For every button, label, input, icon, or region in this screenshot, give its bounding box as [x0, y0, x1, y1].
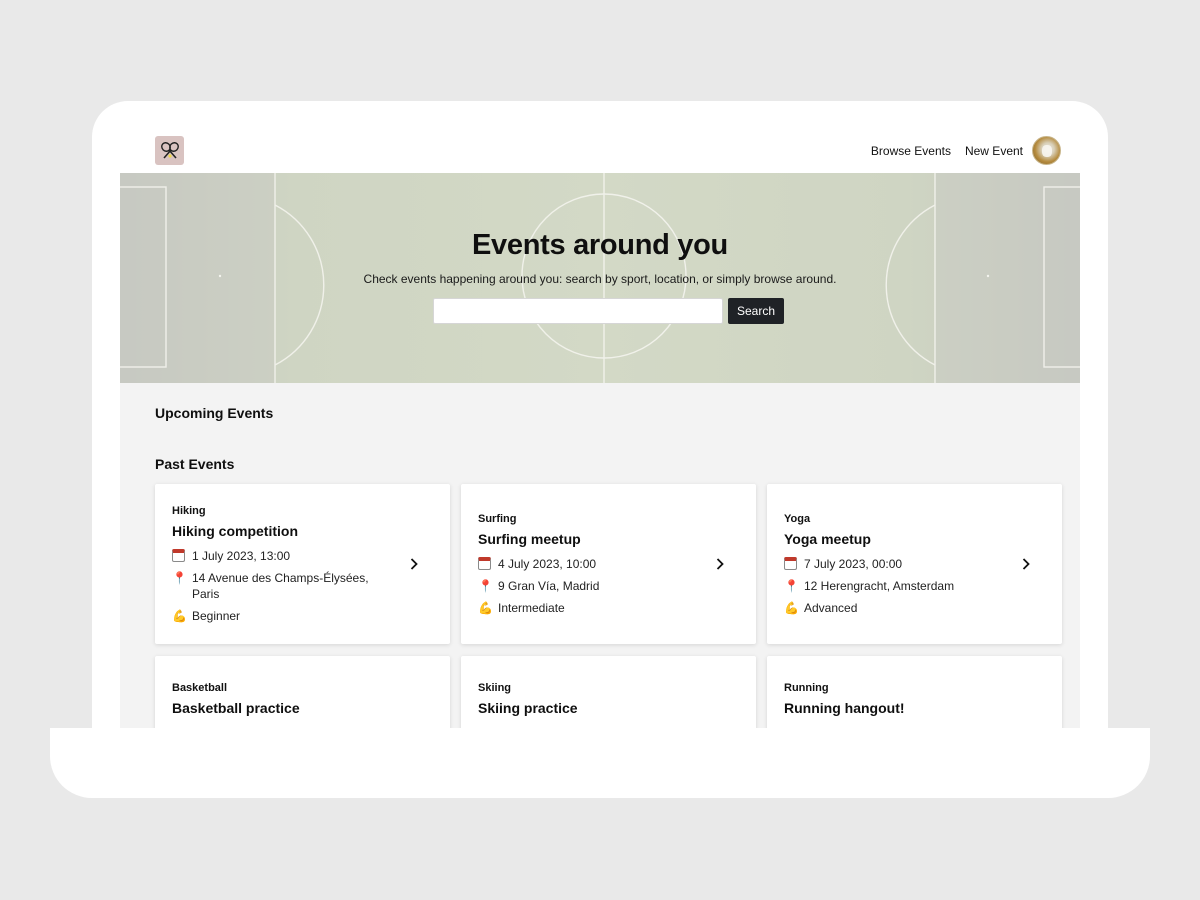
page-title: Events around you	[472, 229, 728, 261]
event-location: 14 Avenue des Champs-Élysées, Paris	[192, 570, 369, 601]
crossed-tennis-rackets-icon[interactable]	[155, 136, 184, 165]
search-input[interactable]	[433, 298, 723, 324]
nav-links: Browse Events New Event	[871, 136, 1061, 165]
event-sport: Yoga	[784, 512, 811, 525]
event-sport: Skiing	[478, 682, 512, 694]
event-date-row: 4 July 2023, 10:00	[478, 556, 701, 572]
chevron-right-icon[interactable]	[1022, 558, 1030, 570]
event-card[interactable]: Basketball Basketball practice	[155, 656, 450, 728]
chevron-right-icon[interactable]	[410, 558, 418, 570]
event-card-body: Skiing Skiing practice	[461, 656, 701, 725]
event-level: Advanced	[804, 600, 858, 615]
event-card-body: Running Running hangout!	[767, 656, 1007, 725]
laptop-base	[50, 728, 1150, 798]
event-card-body: Hiking Hiking competition 1 July 2023, 1…	[155, 505, 395, 624]
event-card-body: Surfing Surfing meetup 4 July 2023, 10:0…	[461, 513, 701, 616]
event-card[interactable]: Running Running hangout!	[767, 656, 1062, 728]
navbar: Browse Events New Event	[120, 120, 1080, 173]
event-sport: Basketball	[172, 682, 228, 694]
upcoming-events-heading: Upcoming Events	[155, 405, 274, 421]
hero-content: Events around you Check events happening…	[120, 173, 1080, 383]
event-sport: Hiking	[172, 504, 206, 517]
event-title: Surfing meetup	[478, 530, 581, 547]
hero-banner: Events around you Check events happening…	[120, 173, 1080, 383]
browser-viewport: Browse Events New Event Events around yo…	[120, 120, 1080, 728]
event-date-row: 1 July 2023, 13:00	[172, 548, 395, 564]
event-title: Yoga meetup	[784, 530, 871, 547]
event-location-row: 📍 9 Gran Vía, Madrid	[478, 578, 701, 594]
pin-icon: 📍	[478, 578, 493, 593]
event-location-row: 📍 14 Avenue des Champs-Élysées, Paris	[172, 570, 395, 602]
event-card[interactable]: Yoga Yoga meetup 7 July 2023, 00:00 📍 12…	[767, 484, 1062, 644]
event-level: Intermediate	[498, 600, 565, 615]
event-level: Beginner	[192, 608, 241, 623]
event-date: 1 July 2023, 13:00	[192, 548, 291, 563]
nav-browse-events[interactable]: Browse Events	[871, 144, 951, 158]
hero-subtitle: Check events happening around you: searc…	[363, 272, 837, 286]
past-events-heading: Past Events	[155, 456, 235, 472]
event-card-body: Basketball Basketball practice	[155, 656, 395, 725]
event-level-row: 💪 Intermediate	[478, 600, 701, 616]
event-date-row: 7 July 2023, 00:00	[784, 556, 1007, 572]
event-card[interactable]: Hiking Hiking competition 1 July 2023, 1…	[155, 484, 450, 644]
user-avatar-icon[interactable]	[1032, 136, 1061, 165]
event-sport: Surfing	[478, 512, 517, 525]
event-card-body: Yoga Yoga meetup 7 July 2023, 00:00 📍 12…	[767, 513, 1007, 616]
pin-icon: 📍	[172, 570, 187, 585]
event-title: Skiing practice	[478, 700, 578, 716]
flexed-biceps-icon: 💪	[784, 600, 799, 615]
event-level-row: 💪 Advanced	[784, 600, 1007, 616]
calendar-icon	[784, 556, 797, 570]
event-sport: Running	[784, 682, 829, 694]
event-location: 12 Herengracht, Amsterdam	[804, 578, 955, 593]
flexed-biceps-icon: 💪	[172, 608, 187, 623]
event-location: 9 Gran Vía, Madrid	[498, 578, 600, 593]
event-card[interactable]: Skiing Skiing practice	[461, 656, 756, 728]
flexed-biceps-icon: 💪	[478, 600, 493, 615]
event-title: Running hangout!	[784, 700, 905, 716]
nav-new-event[interactable]: New Event	[965, 144, 1023, 158]
event-level-row: 💪 Beginner	[172, 608, 395, 624]
calendar-icon	[172, 548, 185, 562]
event-date: 4 July 2023, 10:00	[498, 556, 597, 571]
search-button[interactable]: Search	[728, 298, 784, 324]
event-title: Hiking competition	[172, 522, 298, 539]
past-events-grid: Hiking Hiking competition 1 July 2023, 1…	[155, 484, 1062, 728]
pin-icon: 📍	[784, 578, 799, 593]
calendar-icon	[478, 556, 491, 570]
event-card[interactable]: Surfing Surfing meetup 4 July 2023, 10:0…	[461, 484, 756, 644]
event-title: Basketball practice	[172, 700, 300, 716]
event-date: 7 July 2023, 00:00	[804, 556, 903, 571]
event-location-row: 📍 12 Herengracht, Amsterdam	[784, 578, 1007, 594]
chevron-right-icon[interactable]	[716, 558, 724, 570]
